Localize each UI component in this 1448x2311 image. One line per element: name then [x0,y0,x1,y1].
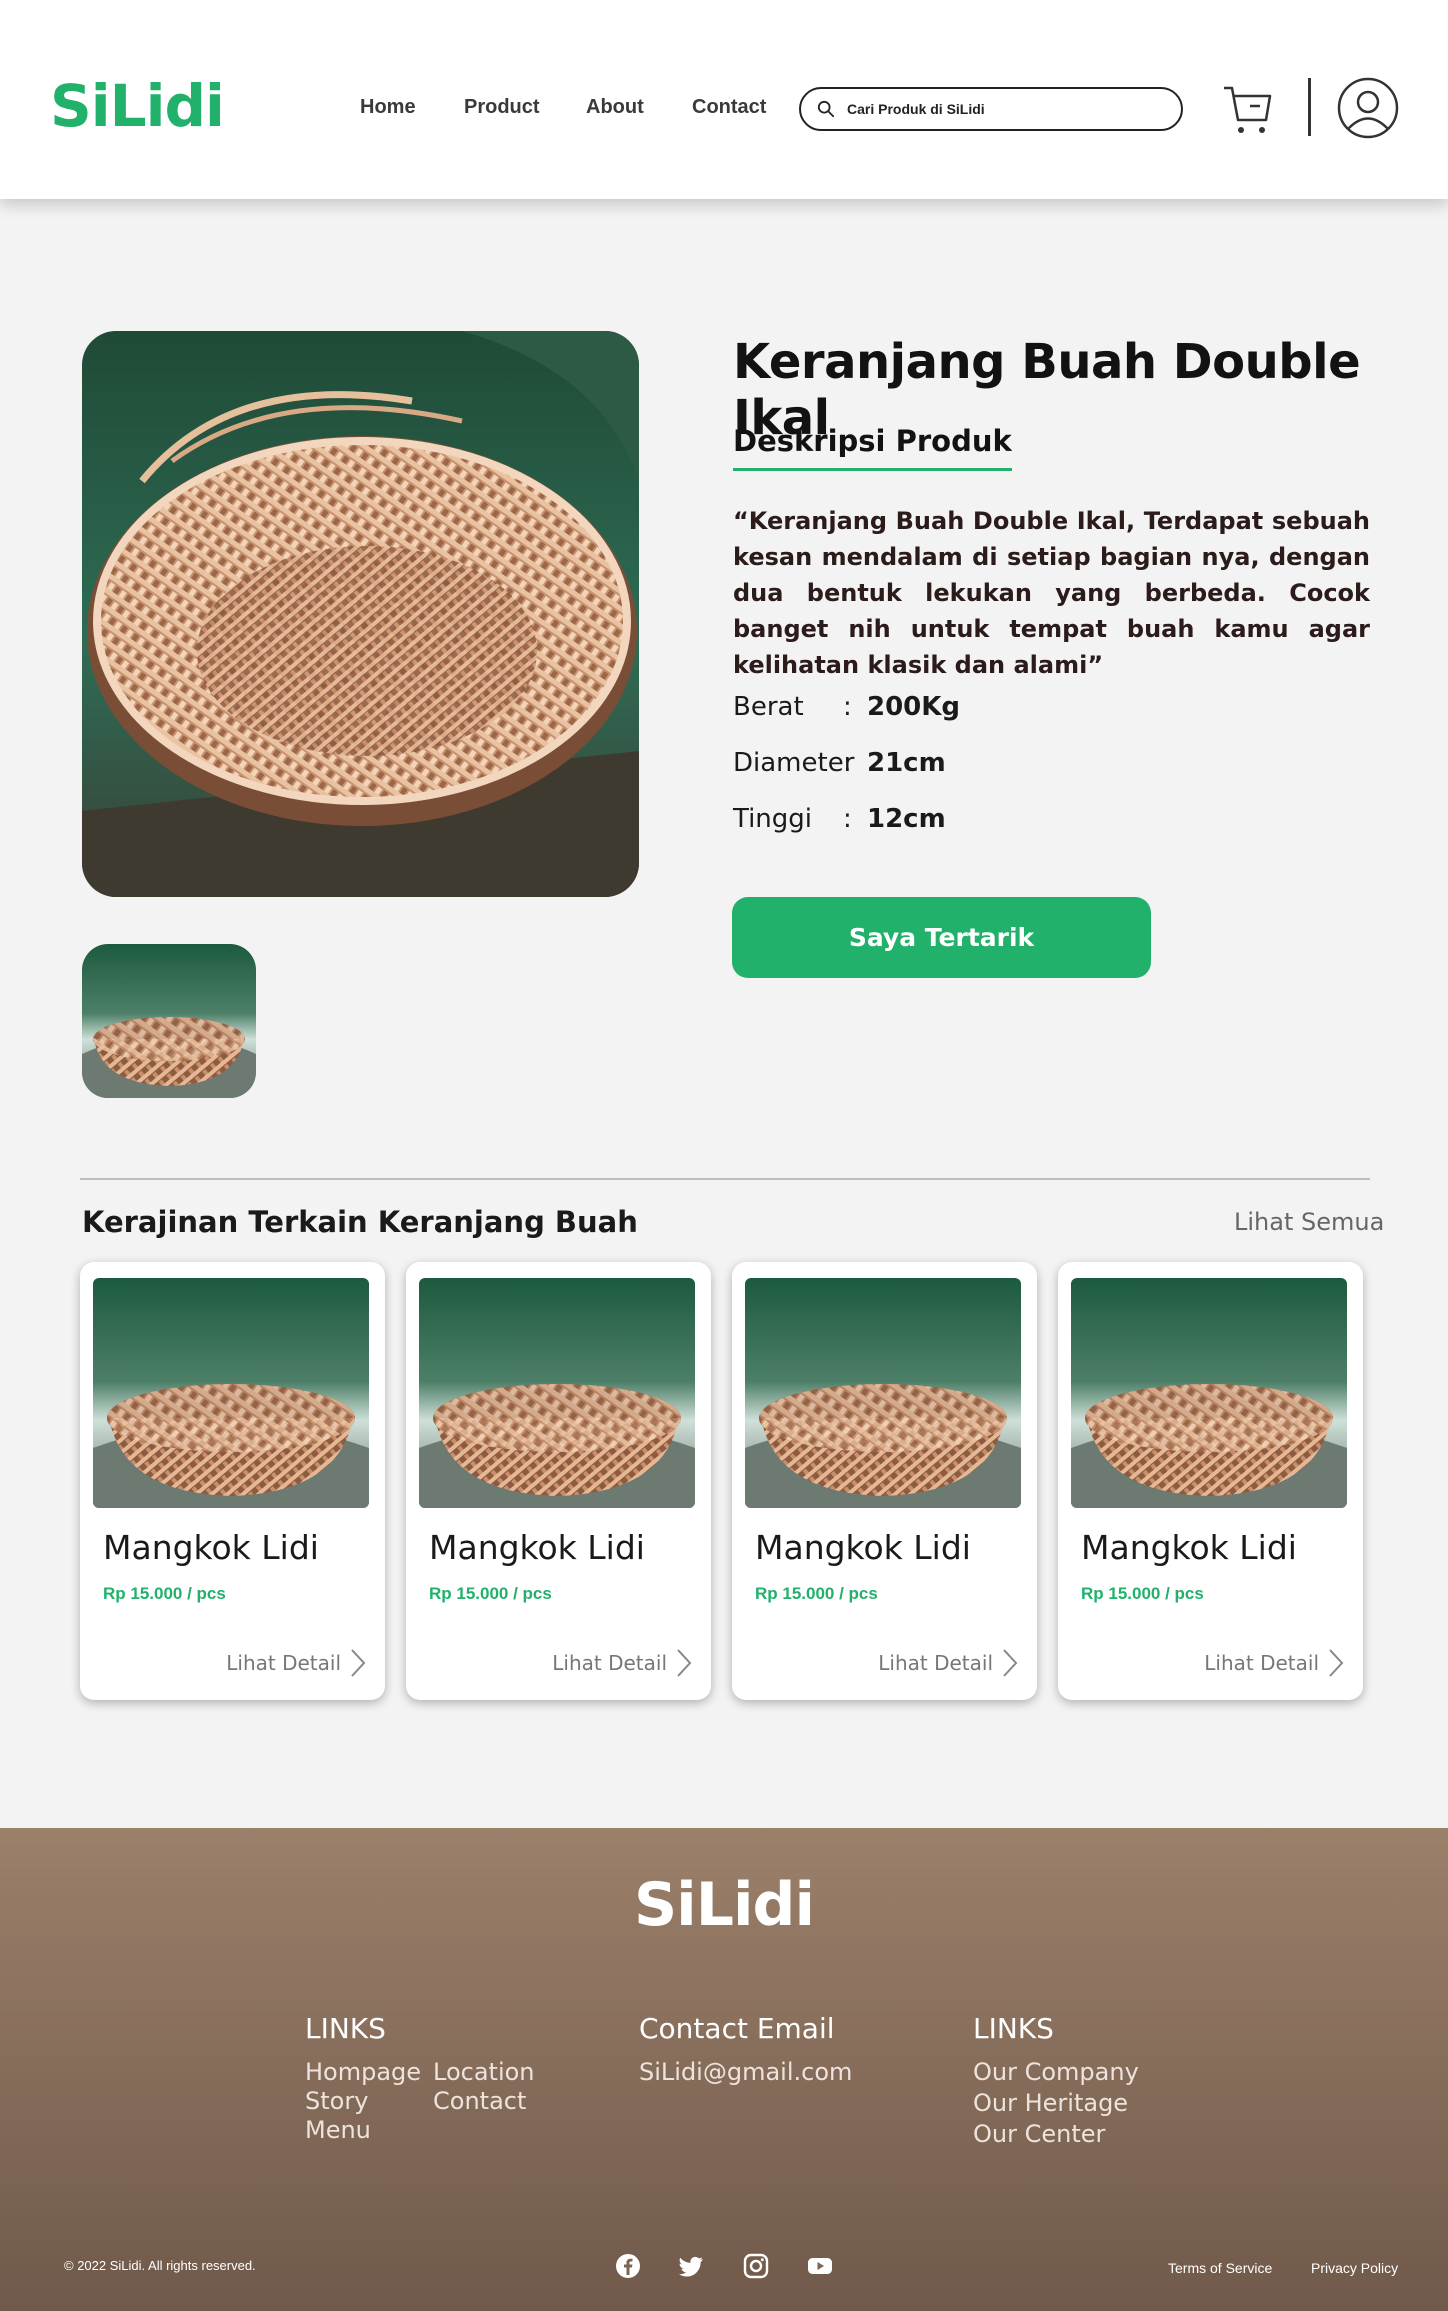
footer-link-hompage[interactable]: Hompage [305,2058,421,2086]
site-header: SiLidi Home Product About Contact [0,0,1448,199]
youtube-icon[interactable] [807,2253,833,2279]
view-detail-label: Lihat Detail [1204,1651,1319,1675]
interested-button[interactable]: Saya Tertarik [732,897,1151,978]
header-divider [1308,78,1311,136]
see-all-link[interactable]: Lihat Semua [1234,1208,1384,1236]
instagram-icon[interactable] [743,2253,769,2279]
view-detail-link[interactable]: Lihat Detail [552,1647,693,1679]
view-detail-link[interactable]: Lihat Detail [226,1647,367,1679]
search-input[interactable] [847,101,1147,117]
spec-value: 200Kg [867,692,961,722]
product-card[interactable]: Mangkok Lidi Rp 15.000 / pcs Lihat Detai… [732,1262,1037,1700]
brand-logo[interactable]: SiLidi [50,72,225,140]
product-thumbnail[interactable] [82,944,256,1098]
description-heading: Deskripsi Produk [733,424,1012,471]
search-bar[interactable] [799,87,1183,131]
footer-logo[interactable]: SiLidi [0,1870,1448,1940]
product-card-price: Rp 15.000 / pcs [1081,1584,1204,1603]
spec-separator: : [843,804,852,834]
product-card-image [1071,1278,1347,1508]
cart-icon[interactable] [1222,80,1274,136]
product-card-image [93,1278,369,1508]
footer-link-our-company[interactable]: Our Company [973,2058,1139,2086]
spec-diameter: Diameter: 21cm [733,748,946,778]
footer-link-story[interactable]: Story [305,2087,368,2115]
search-icon [817,100,835,118]
chevron-right-icon [1003,1649,1018,1677]
view-detail-label: Lihat Detail [878,1651,993,1675]
footer-link-our-heritage[interactable]: Our Heritage [973,2089,1128,2117]
footer-contact-heading: Contact Email [639,2012,835,2045]
spec-label: Diameter [733,748,855,778]
facebook-icon[interactable] [615,2253,641,2279]
view-detail-link[interactable]: Lihat Detail [1204,1647,1345,1679]
product-card-name: Mangkok Lidi [755,1528,971,1567]
view-detail-label: Lihat Detail [552,1651,667,1675]
product-card-name: Mangkok Lidi [1081,1528,1297,1567]
chevron-right-icon [677,1649,692,1677]
site-footer: SiLidi LINKS Hompage Story Menu Location… [0,1828,1448,2311]
spec-separator: : [843,748,852,778]
privacy-link[interactable]: Privacy Policy [1311,2260,1398,2276]
chevron-right-icon [351,1649,366,1677]
product-card-name: Mangkok Lidi [103,1528,319,1567]
product-description: “Keranjang Buah Double Ikal, Terdapat se… [733,507,1370,679]
nav-contact[interactable]: Contact [692,96,766,119]
terms-link[interactable]: Terms of Service [1168,2260,1272,2276]
view-detail-link[interactable]: Lihat Detail [878,1647,1019,1679]
footer-links2-heading: LINKS [973,2012,1054,2045]
footer-link-our-center[interactable]: Our Center [973,2120,1105,2148]
section-divider [80,1178,1370,1180]
footer-contact-email[interactable]: SiLidi@gmail.com [639,2058,852,2086]
footer-link-menu[interactable]: Menu [305,2116,371,2144]
footer-link-location[interactable]: Location [433,2058,535,2086]
chevron-right-icon [1329,1649,1344,1677]
spec-value: 21cm [867,748,946,778]
spec-weight: Berat:200Kg [733,692,960,722]
product-main-image[interactable] [82,331,639,897]
footer-link-contact[interactable]: Contact [433,2087,526,2115]
nav-about[interactable]: About [586,96,644,119]
spec-separator: : [843,692,852,722]
twitter-icon[interactable] [679,2253,705,2279]
spec-label: Tinggi [733,804,813,834]
copyright: © 2022 SiLidi. All rights reserved. [64,2258,256,2273]
nav-product[interactable]: Product [464,96,540,119]
product-card-image [419,1278,695,1508]
spec-height: Tinggi:12cm [733,804,946,834]
product-card[interactable]: Mangkok Lidi Rp 15.000 / pcs Lihat Detai… [406,1262,711,1700]
view-detail-label: Lihat Detail [226,1651,341,1675]
product-card-price: Rp 15.000 / pcs [429,1584,552,1603]
product-card-price: Rp 15.000 / pcs [755,1584,878,1603]
related-title: Kerajinan Terkain Keranjang Buah [82,1205,638,1239]
product-card-price: Rp 15.000 / pcs [103,1584,226,1603]
nav-home[interactable]: Home [360,96,416,119]
user-icon[interactable] [1336,76,1400,140]
product-card[interactable]: Mangkok Lidi Rp 15.000 / pcs Lihat Detai… [1058,1262,1363,1700]
spec-label: Berat [733,692,804,722]
spec-value: 12cm [867,804,946,834]
product-card-name: Mangkok Lidi [429,1528,645,1567]
footer-links-heading: LINKS [305,2012,386,2045]
product-card[interactable]: Mangkok Lidi Rp 15.000 / pcs Lihat Detai… [80,1262,385,1700]
product-card-image [745,1278,1021,1508]
